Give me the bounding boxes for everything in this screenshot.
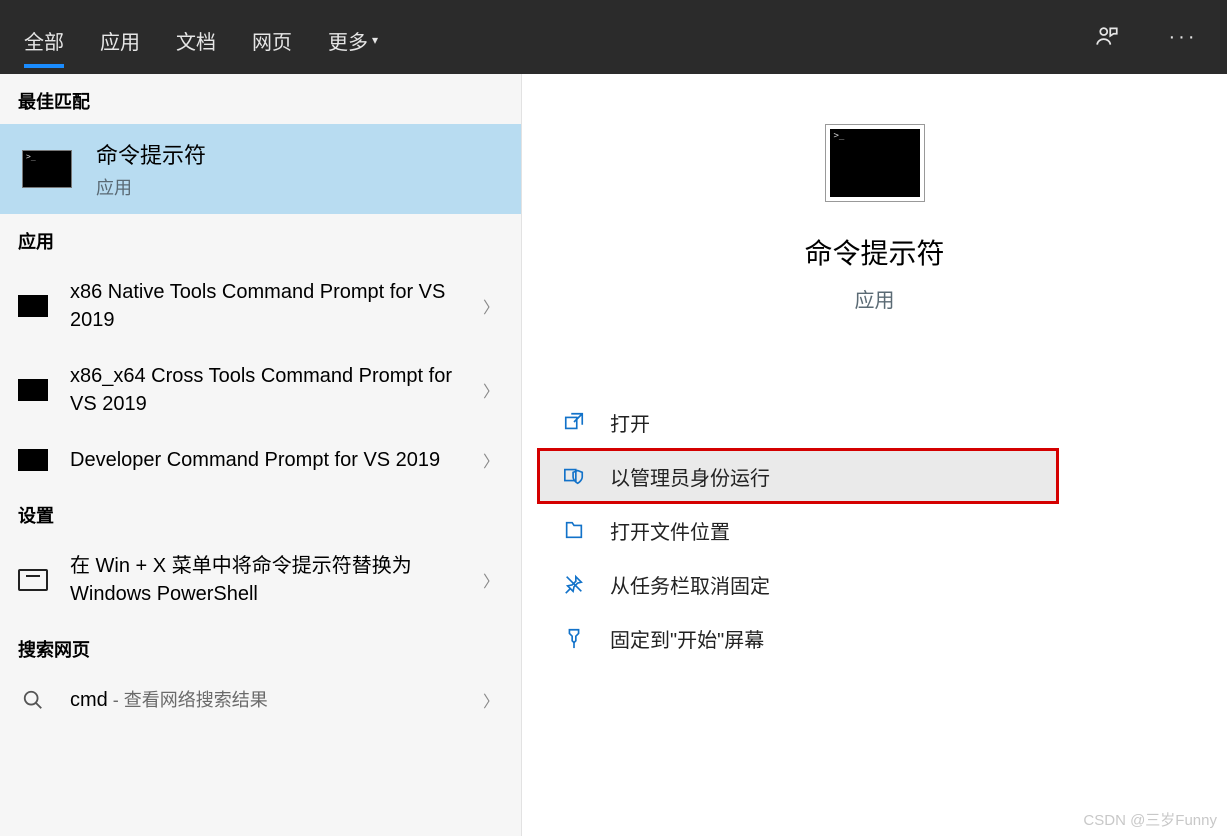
action-open-label: 打开 bbox=[610, 408, 650, 437]
section-apps: 应用 bbox=[0, 214, 521, 264]
app-row-label: Developer Command Prompt for VS 2019 bbox=[70, 446, 457, 474]
chevron-right-icon: 〉 bbox=[479, 688, 503, 712]
settings-icon bbox=[18, 569, 48, 591]
section-settings: 设置 bbox=[0, 488, 521, 538]
chevron-right-icon: 〉 bbox=[479, 294, 503, 318]
more-icon[interactable]: ··· bbox=[1167, 21, 1199, 53]
chevron-right-icon: 〉 bbox=[479, 568, 503, 592]
chevron-right-icon: 〉 bbox=[479, 448, 503, 472]
tab-docs[interactable]: 文档 bbox=[176, 0, 216, 74]
chevron-down-icon: ▾ bbox=[372, 33, 378, 47]
section-best-match: 最佳匹配 bbox=[0, 74, 521, 124]
open-icon bbox=[562, 410, 586, 434]
feedback-icon[interactable] bbox=[1091, 21, 1123, 53]
settings-row[interactable]: 在 Win + X 菜单中将命令提示符替换为 Windows PowerShel… bbox=[0, 538, 521, 622]
cmd-icon bbox=[18, 449, 48, 471]
unpin-icon bbox=[562, 572, 586, 596]
action-admin-label: 以管理员身份运行 bbox=[610, 462, 770, 491]
app-row[interactable]: x86_x64 Cross Tools Command Prompt for V… bbox=[0, 348, 521, 432]
search-icon bbox=[22, 689, 44, 711]
web-row-term: cmd bbox=[70, 689, 108, 711]
cmd-icon bbox=[18, 295, 48, 317]
chevron-right-icon: 〉 bbox=[479, 378, 503, 402]
cmd-icon bbox=[825, 124, 925, 202]
topbar-right: ··· bbox=[1091, 21, 1199, 53]
pin-icon bbox=[562, 626, 586, 650]
action-unpin-label: 从任务栏取消固定 bbox=[610, 570, 770, 599]
search-tabs: 全部 应用 文档 网页 更多 ▾ bbox=[24, 0, 378, 74]
best-match-title: 命令提示符 bbox=[96, 138, 206, 170]
app-row-label: x86 Native Tools Command Prompt for VS 2… bbox=[70, 278, 457, 334]
cmd-icon bbox=[18, 379, 48, 401]
app-row[interactable]: x86 Native Tools Command Prompt for VS 2… bbox=[0, 264, 521, 348]
action-unpin-taskbar[interactable]: 从任务栏取消固定 bbox=[522, 557, 1227, 611]
detail-pane: 命令提示符 应用 打开 以管理员身份运行 打开文件位置 bbox=[522, 74, 1227, 836]
action-open[interactable]: 打开 bbox=[522, 395, 1227, 449]
cmd-icon bbox=[22, 150, 72, 188]
action-location-label: 打开文件位置 bbox=[610, 516, 730, 545]
app-row[interactable]: Developer Command Prompt for VS 2019 〉 bbox=[0, 432, 521, 488]
detail-preview bbox=[825, 124, 925, 202]
search-main: 最佳匹配 命令提示符 应用 应用 x86 Native Tools Comman… bbox=[0, 74, 1227, 836]
web-row-label: cmd - 查看网络搜索结果 bbox=[70, 686, 457, 714]
watermark: CSDN @三岁Funny bbox=[1083, 809, 1217, 830]
tab-apps[interactable]: 应用 bbox=[100, 0, 140, 74]
folder-icon bbox=[562, 518, 586, 542]
detail-title: 命令提示符 bbox=[804, 232, 944, 272]
section-web: 搜索网页 bbox=[0, 622, 521, 672]
action-pin-start[interactable]: 固定到"开始"屏幕 bbox=[522, 611, 1227, 665]
web-row-suffix: - 查看网络搜索结果 bbox=[108, 690, 268, 710]
tab-all[interactable]: 全部 bbox=[24, 0, 64, 74]
web-row[interactable]: cmd - 查看网络搜索结果 〉 bbox=[0, 672, 521, 728]
detail-sub: 应用 bbox=[855, 284, 895, 313]
best-match-row[interactable]: 命令提示符 应用 bbox=[0, 124, 521, 214]
best-match-sub: 应用 bbox=[96, 174, 206, 200]
action-run-as-admin[interactable]: 以管理员身份运行 bbox=[538, 449, 1058, 503]
tab-more[interactable]: 更多 ▾ bbox=[328, 0, 378, 74]
app-row-label: x86_x64 Cross Tools Command Prompt for V… bbox=[70, 362, 457, 418]
shield-icon bbox=[562, 464, 586, 488]
action-pinstart-label: 固定到"开始"屏幕 bbox=[610, 624, 764, 653]
tab-more-label: 更多 bbox=[328, 26, 368, 55]
detail-actions: 打开 以管理员身份运行 打开文件位置 从任务栏取消固定 bbox=[522, 395, 1227, 665]
results-list: 最佳匹配 命令提示符 应用 应用 x86 Native Tools Comman… bbox=[0, 74, 522, 836]
settings-row-label: 在 Win + X 菜单中将命令提示符替换为 Windows PowerShel… bbox=[70, 552, 457, 608]
tab-web[interactable]: 网页 bbox=[252, 0, 292, 74]
search-topbar: 全部 应用 文档 网页 更多 ▾ ··· bbox=[0, 0, 1227, 74]
action-open-location[interactable]: 打开文件位置 bbox=[522, 503, 1227, 557]
